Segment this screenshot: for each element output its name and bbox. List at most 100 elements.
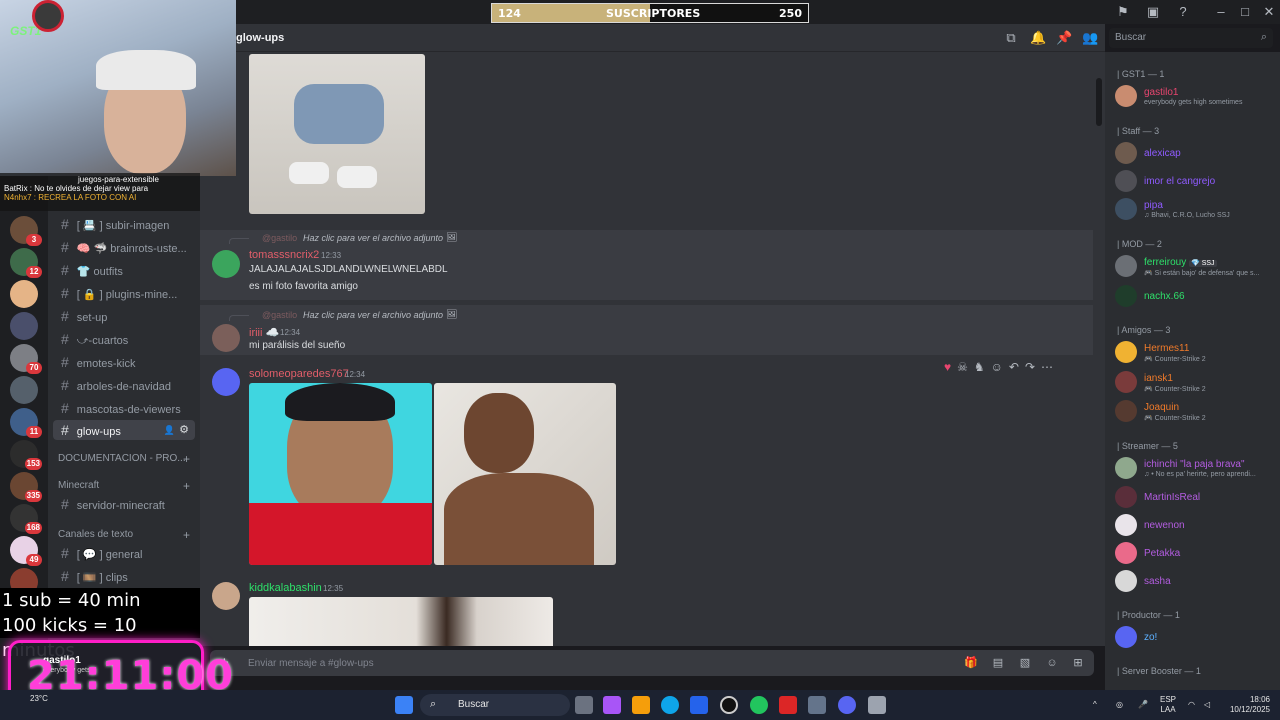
channel-outfits[interactable]: # 👕 outfits <box>53 260 195 280</box>
server-icon[interactable]: 12 <box>10 248 42 278</box>
category-canales-de-texto[interactable]: Canales de texto <box>58 529 133 540</box>
task-view-icon[interactable] <box>575 696 593 714</box>
weather-text[interactable]: 23°C <box>30 694 48 704</box>
language-indicator[interactable]: ESP LAA <box>1160 695 1176 715</box>
avatar[interactable] <box>212 582 240 610</box>
server-icon[interactable] <box>10 376 38 404</box>
attachment-image[interactable] <box>249 54 425 214</box>
server-icon[interactable]: 70 <box>10 344 42 374</box>
member-name[interactable]: alexicap <box>1144 148 1181 159</box>
server-icon[interactable]: 168 <box>10 504 42 534</box>
server-icon[interactable]: 11 <box>10 408 42 438</box>
edge-icon[interactable] <box>661 696 679 714</box>
channel-general[interactable]: # [ 💬 ] general <box>53 543 195 563</box>
message-username[interactable]: solomeoparedes767 <box>249 368 349 380</box>
avatar[interactable] <box>1115 542 1137 564</box>
emoji-icon[interactable]: ☺ <box>1045 656 1059 670</box>
member-name[interactable]: newenon <box>1144 520 1185 531</box>
avatar[interactable] <box>1115 514 1137 536</box>
wifi-icon[interactable]: ◠ <box>1188 700 1195 710</box>
add-channel-icon[interactable]: + <box>183 479 190 493</box>
member-name[interactable]: Hermes11 <box>1144 343 1189 354</box>
avatar[interactable] <box>1115 570 1137 592</box>
member-name[interactable]: imor el cangrejo <box>1144 176 1215 187</box>
add-reaction-icon[interactable]: ☺ <box>991 360 1003 374</box>
discord-icon[interactable] <box>838 696 856 714</box>
more-icon[interactable]: ⋯ <box>1041 360 1053 374</box>
message-username[interactable]: tomasssncrix2 <box>249 249 319 261</box>
skull-reaction-icon[interactable]: ☠ <box>957 360 968 374</box>
category-documentacion[interactable]: DOCUMENTACION - PRO... <box>58 453 186 464</box>
avatar[interactable] <box>212 324 240 352</box>
clock[interactable]: 18:06 10/12/2025 <box>1222 695 1270 715</box>
settings-icon[interactable]: ⚙ <box>179 420 189 440</box>
add-channel-icon[interactable]: + <box>183 452 190 466</box>
avatar[interactable] <box>1115 400 1137 422</box>
pin-icon[interactable]: 📌 <box>1056 30 1072 46</box>
invite-icon[interactable]: 👤 <box>164 420 175 440</box>
avatar[interactable] <box>1115 371 1137 393</box>
gif-icon[interactable]: ▤ <box>991 656 1005 670</box>
member-name[interactable]: iansk1 <box>1144 373 1173 384</box>
app-icon[interactable] <box>808 696 826 714</box>
network-icon[interactable]: ◎ <box>1116 700 1123 710</box>
member-name[interactable]: Joaquin <box>1144 402 1179 413</box>
server-icon[interactable] <box>10 280 38 308</box>
reply-preview[interactable]: Haz clic para ver el archivo adjunto <box>303 233 443 243</box>
help-icon[interactable]: ? <box>1174 4 1192 20</box>
channel-emotes-kick[interactable]: # emotes-kick <box>53 352 195 372</box>
reply-icon[interactable]: ↶ <box>1009 360 1019 374</box>
channel-glow-ups[interactable]: # glow-ups ⚙ 👤 <box>53 420 195 440</box>
message-username[interactable]: iriii ☁️ <box>249 326 279 339</box>
avatar[interactable] <box>1115 198 1137 220</box>
custom-reaction-icon[interactable]: ♞ <box>974 360 985 374</box>
avatar[interactable] <box>1115 285 1137 307</box>
gift-icon[interactable]: 🎁 <box>964 656 978 670</box>
channel-clips[interactable]: # [ 🎞️ ] clips <box>53 566 195 586</box>
member-name[interactable]: gastilo1 <box>1144 87 1178 98</box>
copilot-icon[interactable] <box>603 696 621 714</box>
member-name[interactable]: MartinIsReal <box>1144 492 1200 503</box>
member-name[interactable]: pipa <box>1144 200 1163 211</box>
avatar[interactable] <box>1115 457 1137 479</box>
channel-cuartos[interactable]: # ⤻-cuartos <box>53 329 195 349</box>
minimize-icon[interactable]: – <box>1212 4 1230 20</box>
start-icon[interactable] <box>395 696 413 714</box>
channel-servidor-minecraft[interactable]: # servidor-minecraft <box>53 494 195 514</box>
bell-icon[interactable]: 🔔 <box>1030 30 1046 46</box>
member-list-icon[interactable]: 👥 <box>1082 30 1098 46</box>
attachment-image[interactable] <box>434 383 616 565</box>
message-input[interactable] <box>248 655 848 671</box>
member-name[interactable]: ichinchi "la paja brava" <box>1144 459 1245 470</box>
message-username[interactable]: kiddkalabashin <box>249 582 322 594</box>
taskbar-search[interactable]: ⌕ Buscar <box>420 694 570 716</box>
channel-mascotas[interactable]: # mascotas-de-viewers <box>53 398 195 418</box>
file-explorer-icon[interactable] <box>632 696 650 714</box>
apps-icon[interactable]: ⊞ <box>1071 656 1085 670</box>
app-icon[interactable] <box>720 696 738 714</box>
channel-brainrots[interactable]: # 🧠 🦈 brainrots-uste... <box>53 237 195 257</box>
avatar[interactable] <box>1115 626 1137 648</box>
reply-preview[interactable]: Haz clic para ver el archivo adjunto <box>303 310 443 320</box>
server-icon[interactable]: 3 <box>10 216 42 246</box>
app-icon[interactable] <box>779 696 797 714</box>
avatar[interactable] <box>1115 255 1137 277</box>
volume-icon[interactable]: ◁ <box>1204 700 1210 710</box>
tray-chevron-icon[interactable]: ^ <box>1093 700 1097 710</box>
category-minecraft[interactable]: Minecraft <box>58 480 99 491</box>
avatar[interactable] <box>212 368 240 396</box>
channel-subir-imagen[interactable]: # [ 📇 ] subir-imagen <box>53 214 195 234</box>
server-icon[interactable]: 153 <box>10 440 42 470</box>
threads-icon[interactable]: ⧉ <box>1003 30 1019 46</box>
avatar[interactable] <box>1115 170 1137 192</box>
scrollbar[interactable] <box>1096 78 1102 126</box>
maximize-icon[interactable]: □ <box>1236 4 1254 20</box>
member-name[interactable]: Petakka <box>1144 548 1180 559</box>
channel-set-up[interactable]: # set-up <box>53 306 195 326</box>
channel-arboles[interactable]: # arboles-de-navidad <box>53 375 195 395</box>
avatar[interactable] <box>212 250 240 278</box>
server-icon[interactable]: 335 <box>10 472 42 502</box>
heart-reaction-icon[interactable]: ♥ <box>944 360 951 374</box>
screen-icon[interactable]: ▣ <box>1144 4 1162 20</box>
sticker-icon[interactable]: ▧ <box>1018 656 1032 670</box>
